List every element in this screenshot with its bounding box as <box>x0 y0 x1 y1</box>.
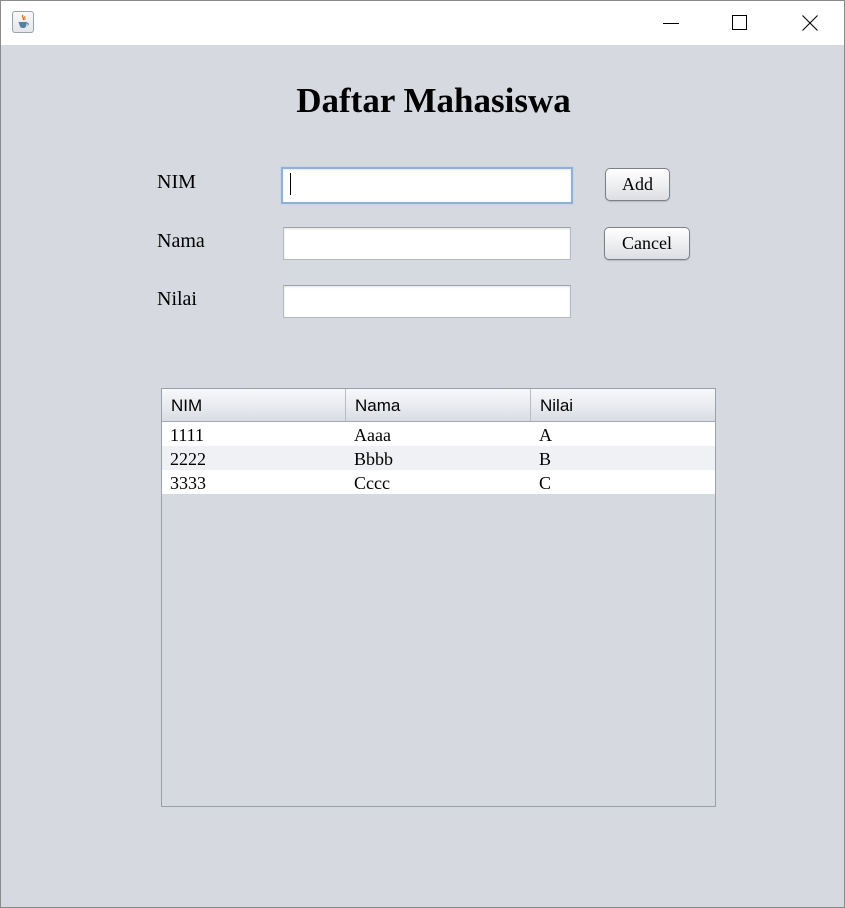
nama-label: Nama <box>157 230 205 252</box>
cell-nim: 1111 <box>170 425 204 445</box>
cell-nama: Aaaa <box>354 425 391 445</box>
cancel-button[interactable]: Cancel <box>604 227 690 260</box>
page-title: Daftar Mahasiswa <box>296 81 571 120</box>
add-button[interactable]: Add <box>605 168 670 201</box>
column-header-nilai[interactable]: Nilai <box>531 389 715 421</box>
close-button[interactable] <box>787 1 833 45</box>
table-row[interactable]: 3333 Cccc C <box>162 470 715 494</box>
maximize-icon <box>732 15 747 30</box>
maximize-button[interactable] <box>717 1 763 45</box>
app-window: Daftar Mahasiswa NIM Nama Nilai Add Canc… <box>0 0 845 908</box>
table-header: NIM Nama Nilai <box>162 389 715 422</box>
nim-input[interactable] <box>281 167 573 204</box>
minimize-icon <box>663 23 679 24</box>
close-icon <box>802 15 818 31</box>
java-cup-icon[interactable] <box>12 11 34 33</box>
table-body: 1111 Aaaa A 2222 Bbbb B 3333 Cccc C <box>162 422 715 494</box>
table-row[interactable]: 2222 Bbbb B <box>162 446 715 470</box>
table-row[interactable]: 1111 Aaaa A <box>162 422 715 446</box>
cell-nama: Cccc <box>354 473 390 493</box>
cell-nilai: A <box>539 425 552 445</box>
cell-nim: 2222 <box>170 449 206 469</box>
cell-nim: 3333 <box>170 473 206 493</box>
nim-label: NIM <box>157 171 196 193</box>
cell-nilai: C <box>539 473 552 493</box>
text-caret <box>290 173 291 195</box>
column-header-nim[interactable]: NIM <box>162 389 346 421</box>
title-bar[interactable] <box>1 1 844 45</box>
nama-input[interactable] <box>283 227 571 260</box>
column-header-nama[interactable]: Nama <box>346 389 531 421</box>
nilai-input[interactable] <box>283 285 571 318</box>
cell-nilai: B <box>539 449 552 469</box>
nilai-label: Nilai <box>157 288 197 310</box>
student-table[interactable]: NIM Nama Nilai 1111 Aaaa A 2222 Bbbb B 3… <box>161 388 716 807</box>
minimize-button[interactable] <box>648 1 694 45</box>
cell-nama: Bbbb <box>354 449 394 469</box>
